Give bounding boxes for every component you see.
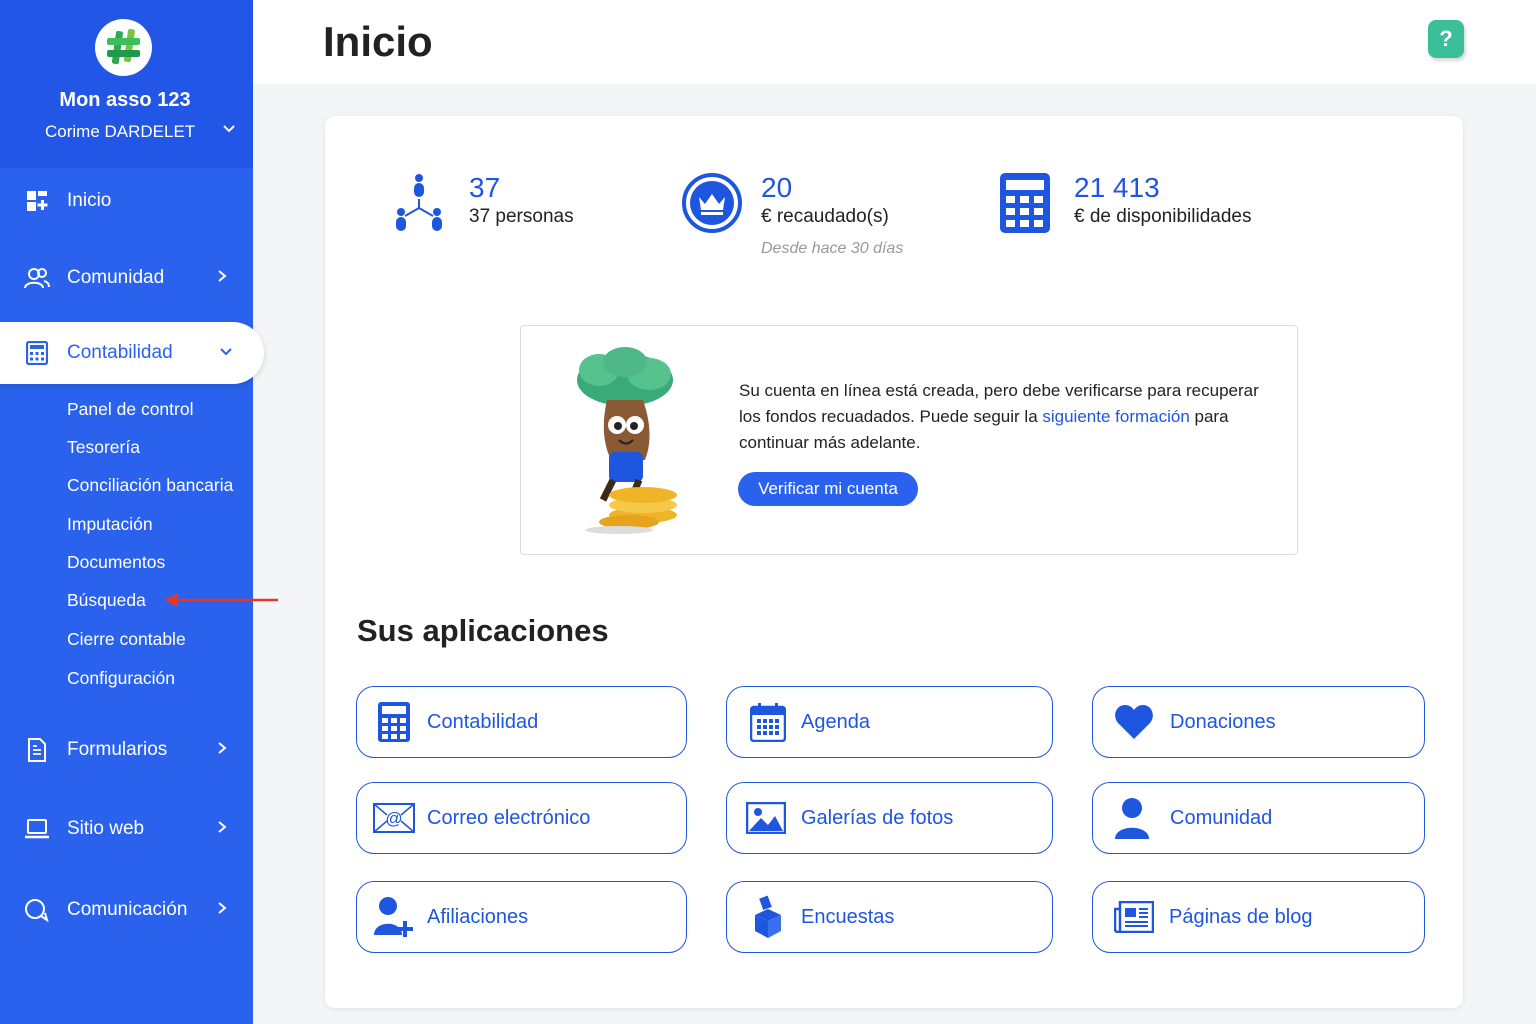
org-logo [95, 19, 152, 76]
org-name: Mon asso 123 [59, 89, 191, 111]
chevron-right-icon [216, 818, 228, 840]
sidebar-item-inicio[interactable]: Inicio [0, 177, 253, 225]
sidebar-item-label: Comunidad [67, 267, 165, 288]
calendar-icon [747, 701, 789, 743]
sidebar-item-formularios[interactable]: Formularios [0, 726, 253, 774]
svg-text:@: @ [385, 809, 402, 828]
stat-available-label: € de disponibilidades [1074, 206, 1252, 227]
app-contabilidad[interactable]: Contabilidad [356, 686, 687, 758]
sidebar-item-label: Comunicación [67, 899, 188, 920]
app-donaciones[interactable]: Donaciones [1092, 686, 1425, 758]
calculator-icon [24, 340, 50, 366]
app-label: Comunidad [1170, 807, 1273, 829]
calculator-icon [373, 701, 415, 743]
app-encuestas[interactable]: Encuestas [726, 881, 1053, 953]
annotation-arrow-icon [162, 590, 280, 615]
top-header: Inicio ? [253, 0, 1536, 84]
subitem-busqueda[interactable]: Búsqueda [67, 590, 146, 611]
apps-section-title: Sus aplicaciones [357, 613, 609, 648]
calculator-icon [999, 172, 1051, 239]
verify-account-button[interactable]: Verificar mi cuenta [738, 472, 918, 506]
app-galerias-de-fotos[interactable]: Galerías de fotos [726, 782, 1053, 854]
sidebar-item-label: Contabilidad [67, 342, 173, 363]
sidebar-item-sitio-web[interactable]: Sitio web [0, 805, 253, 853]
tree-mascot-illustration [559, 340, 689, 540]
app-label: Galerías de fotos [801, 807, 954, 829]
sidebar-item-label: Inicio [67, 190, 112, 211]
app-comunidad[interactable]: Comunidad [1092, 782, 1425, 854]
sidebar-item-comunicacion[interactable]: Comunicación [0, 886, 253, 934]
stat-members-value: 37 [469, 172, 501, 203]
page-title: Inicio [323, 18, 433, 65]
image-icon [745, 797, 787, 839]
sidebar-item-comunidad[interactable]: Comunidad [0, 254, 253, 302]
sidebar-item-label: Formularios [67, 739, 168, 760]
document-icon [24, 737, 50, 763]
app-paginas-de-blog[interactable]: Páginas de blog [1092, 881, 1425, 953]
subitem-imputacion[interactable]: Imputación [67, 514, 153, 535]
app-label: Páginas de blog [1169, 906, 1313, 928]
training-link[interactable]: siguiente formación [1042, 407, 1189, 426]
app-label: Agenda [801, 711, 870, 733]
app-label: Donaciones [1170, 711, 1276, 733]
app-afiliaciones[interactable]: Afiliaciones [356, 881, 687, 953]
subitem-conciliacion-bancaria[interactable]: Conciliación bancaria [67, 475, 233, 496]
ballot-box-icon [747, 895, 789, 938]
chevron-down-icon[interactable] [222, 122, 236, 141]
stat-members-label: 37 personas [469, 206, 574, 227]
laptop-icon [24, 816, 50, 842]
verification-notice: Su cuenta en línea está creada, pero deb… [520, 325, 1298, 555]
subitem-cierre-contable[interactable]: Cierre contable [67, 629, 186, 650]
help-button[interactable]: ? [1428, 20, 1464, 58]
chat-icon [24, 897, 50, 923]
app-label: Encuestas [801, 906, 895, 928]
subitem-documentos[interactable]: Documentos [67, 552, 165, 573]
app-agenda[interactable]: Agenda [726, 686, 1053, 758]
notice-message: Su cuenta en línea está creada, pero deb… [739, 378, 1284, 456]
user-name[interactable]: Corime DARDELET [45, 122, 195, 142]
subitem-panel-de-control[interactable]: Panel de control [67, 399, 193, 420]
user-icon [1111, 797, 1153, 839]
stat-available-value: 21 413 [1074, 172, 1160, 203]
subitem-tesoreria[interactable]: Tesorería [67, 437, 140, 458]
chevron-right-icon [216, 739, 228, 761]
users-icon [24, 265, 50, 291]
stat-collected-value: 20 [761, 172, 793, 203]
app-label: Contabilidad [427, 711, 539, 733]
chevron-right-icon [216, 267, 228, 289]
sidebar-item-contabilidad[interactable]: Contabilidad [0, 322, 264, 384]
sidebar-item-label: Sitio web [67, 818, 145, 839]
dashboard-card: 37 37 personas 20 € recaudado(s) Desde h… [325, 116, 1463, 1008]
email-icon: @ [373, 797, 415, 839]
app-correo-electronico[interactable]: @ Correo electrónico [356, 782, 687, 854]
stat-collected-note: Desde hace 30 días [761, 240, 904, 257]
chevron-down-icon [219, 342, 233, 364]
crown-circle-icon [681, 172, 743, 239]
heart-icon [1113, 701, 1155, 743]
org-header: Mon asso 123 Corime DARDELET [0, 0, 253, 168]
subitem-configuracion[interactable]: Configuración [67, 668, 175, 689]
dashboard-icon [24, 188, 50, 214]
chevron-right-icon [216, 899, 228, 921]
newspaper-icon [1113, 896, 1155, 938]
network-people-icon [389, 172, 445, 241]
app-label: Correo electrónico [427, 807, 591, 829]
sidebar: Mon asso 123 Corime DARDELET Inicio Comu… [0, 0, 264, 1024]
stat-collected-label: € recaudado(s) [761, 206, 889, 227]
app-label: Afiliaciones [427, 906, 529, 928]
add-user-icon [373, 896, 415, 938]
